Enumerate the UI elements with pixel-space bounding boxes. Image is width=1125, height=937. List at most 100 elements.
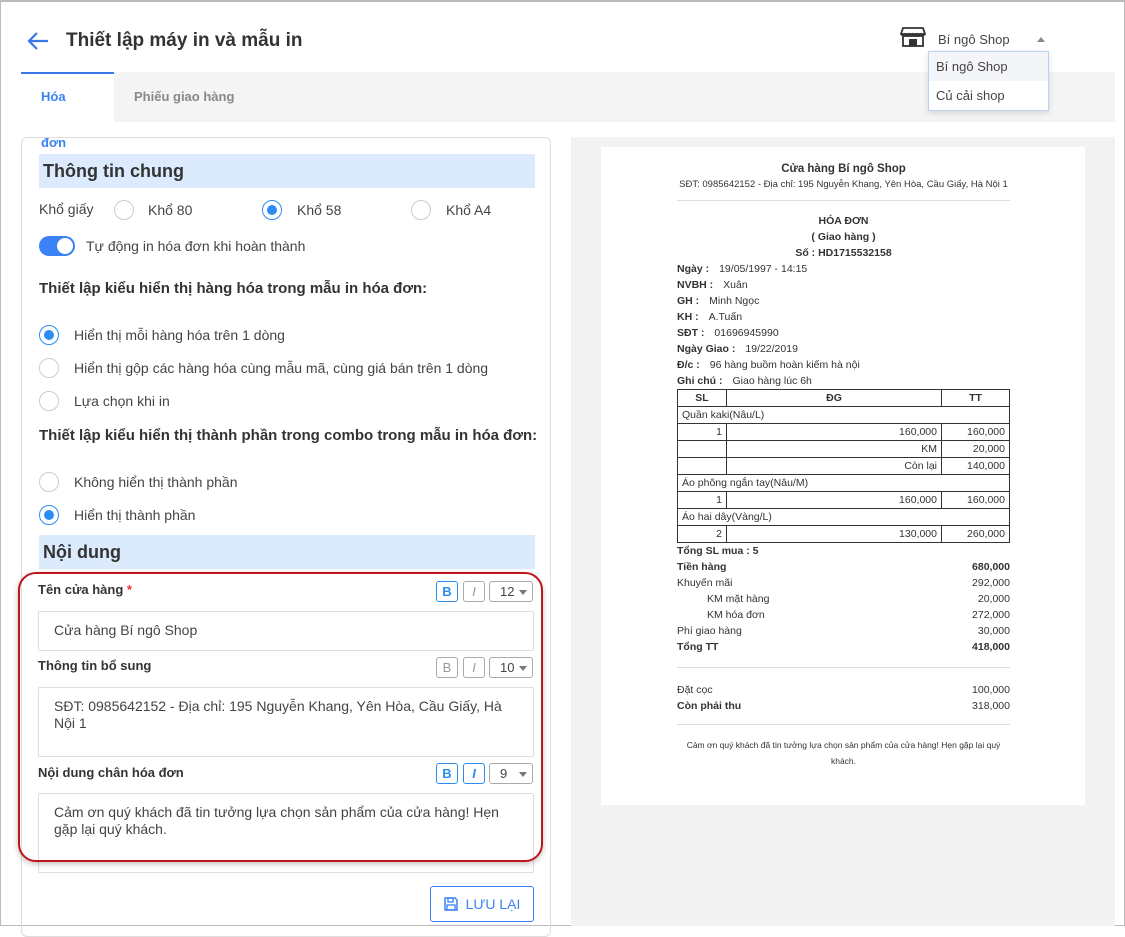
radio-label: Hiển thị thành phần: [74, 507, 196, 523]
payment-row: Đặt cọc 100,000: [677, 682, 1010, 698]
tab-phieu-giao-hang[interactable]: Phiếu giao hàng: [114, 72, 254, 122]
summary-row: Tiền hàng 680,000: [677, 559, 1010, 575]
receipt-shop-name: Cửa hàng Bí ngô Shop: [781, 163, 906, 175]
payment-row: Còn phải thu 318,000: [677, 698, 1010, 714]
radio-label: Không hiển thị thành phần: [74, 474, 238, 490]
info-value: Xuân: [723, 279, 748, 291]
save-icon: [443, 897, 458, 911]
item-cell: Còn lại: [726, 457, 942, 475]
radio-item-display-2[interactable]: [39, 358, 59, 378]
item-cell: 160,000: [726, 491, 942, 509]
bold-button[interactable]: B: [436, 657, 458, 678]
paper-size-label: Khổ giấy: [39, 201, 94, 217]
receipt-info-row: GH : Minh Ngọc: [677, 293, 1010, 309]
shop-name-input[interactable]: Cửa hàng Bí ngô Shop: [38, 611, 534, 651]
radio-item-display-3[interactable]: [39, 391, 59, 411]
item-display-heading: Thiết lập kiểu hiển thị hàng hóa trong m…: [39, 280, 428, 297]
item-row: 1 160,000 160,000: [677, 491, 1010, 509]
item-cell: 160,000: [941, 423, 1010, 441]
info-value: 01696945990: [714, 327, 779, 339]
shop-option[interactable]: Bí ngô Shop: [929, 52, 1048, 81]
combo-heading: Thiết lập kiểu hiển thị thành phần trong…: [39, 427, 538, 444]
receipt-info-row: Ngày Giao : 19/22/2019: [677, 341, 1010, 357]
radio-item-display-1[interactable]: [39, 325, 59, 345]
radio-label: Hiển thị mỗi hàng hóa trên 1 dòng: [74, 327, 285, 343]
receipt-footer: Cảm ơn quý khách đã tin tưởng lựa chọn s…: [686, 740, 1001, 766]
item-name-row: Quần kaki(Nâu/L): [677, 406, 1010, 424]
info-value: A.Tuấn: [708, 311, 743, 323]
receipt-title: HÓA ĐƠN: [818, 215, 869, 227]
item-cell: 160,000: [941, 491, 1010, 509]
auto-print-toggle[interactable]: [39, 236, 75, 256]
receipt-info-row: KH : A.Tuấn: [677, 309, 1010, 325]
summary-key: Tổng TT: [677, 641, 719, 653]
tab-hoa-don[interactable]: Hóa đơn: [21, 72, 114, 150]
font-size-select[interactable]: 12: [489, 581, 533, 602]
item-cell: 1: [677, 491, 727, 509]
summary-row: KM mặt hàng 20,000: [677, 591, 1010, 607]
col-header: ĐG: [726, 389, 942, 407]
summary-key: KM hóa đơn: [707, 609, 765, 621]
italic-button[interactable]: I: [463, 657, 485, 678]
info-key: Ngày :: [677, 263, 710, 275]
radio-kho-58[interactable]: [262, 200, 282, 220]
extra-info-textarea[interactable]: SĐT: 0985642152 - Địa chỉ: 195 Nguyễn Kh…: [38, 687, 534, 757]
save-label: LƯU LẠI: [465, 896, 521, 912]
item-cell: 2: [677, 525, 727, 543]
item-cell: 260,000: [941, 525, 1010, 543]
item-name: Áo hai dây(Vàng/L): [677, 508, 1010, 526]
item-cell: 160,000: [726, 423, 942, 441]
radio-kho-a4[interactable]: [411, 200, 431, 220]
item-name-row: Áo hai dây(Vàng/L): [677, 508, 1010, 526]
receipt-shop-info: SĐT: 0985642152 - Địa chỉ: 195 Nguyễn Kh…: [679, 179, 1008, 190]
item-name-row: Áo phông ngắn tay(Nâu/M): [677, 474, 1010, 492]
shop-selector[interactable]: Bí ngô Shop: [900, 26, 1010, 48]
item-cell: 20,000: [941, 440, 1010, 458]
receipt-info-row: Ghi chú : Giao hàng lúc 6h: [677, 373, 1010, 389]
radio-combo-hide[interactable]: [39, 472, 59, 492]
bold-button[interactable]: B: [436, 581, 458, 602]
back-arrow-icon[interactable]: [26, 30, 50, 52]
info-value: Giao hàng lúc 6h: [732, 375, 812, 387]
caret-up-icon[interactable]: [1037, 37, 1045, 42]
info-key: GH :: [677, 295, 700, 307]
radio-label: Hiển thị gộp các hàng hóa cùng mẫu mã, c…: [74, 360, 489, 376]
field-label-footer: Nội dung chân hóa đơn: [38, 765, 184, 780]
section-content-title: Nội dung: [39, 535, 535, 569]
info-key: Ghi chú :: [677, 375, 723, 387]
font-size-select[interactable]: 10: [489, 657, 533, 678]
summary-value: 418,000: [972, 641, 1010, 653]
payment-key: Còn phải thu: [677, 700, 742, 712]
bold-button[interactable]: B: [436, 763, 458, 784]
shop-option[interactable]: Củ cải shop: [929, 81, 1048, 110]
summary-row: Phí giao hàng 30,000: [677, 623, 1010, 639]
summary-key: KM mặt hàng: [707, 593, 770, 605]
receipt-total-qty: Tổng SL mua : 5: [677, 545, 759, 557]
italic-button[interactable]: I: [463, 581, 485, 602]
info-value: Minh Ngọc: [709, 295, 760, 307]
footer-textarea[interactable]: Cảm ơn quý khách đã tin tưởng lựa chọn s…: [38, 793, 534, 873]
field-label-extra-info: Thông tin bổ sung: [38, 658, 152, 673]
italic-button[interactable]: I: [463, 763, 485, 784]
summary-row: KM hóa đơn 272,000: [677, 607, 1010, 623]
summary-row: Khuyến mãi 292,000: [677, 575, 1010, 591]
radio-combo-show[interactable]: [39, 505, 59, 525]
item-cell: 1: [677, 423, 727, 441]
info-key: SĐT :: [677, 327, 705, 339]
radio-kho-80[interactable]: [114, 200, 134, 220]
shop-dropdown: Bí ngô Shop Củ cải shop: [928, 51, 1049, 111]
item-cell: 140,000: [941, 457, 1010, 475]
font-size-select[interactable]: 9: [489, 763, 533, 784]
save-button[interactable]: LƯU LẠI: [430, 886, 534, 922]
info-value: 96 hàng buồm hoàn kiếm hà nội: [709, 359, 860, 371]
summary-value: 272,000: [972, 609, 1010, 621]
item-row: KM 20,000: [677, 440, 1010, 458]
payment-value: 318,000: [972, 700, 1010, 712]
summary-key: Phí giao hàng: [677, 625, 742, 637]
summary-key: Tiền hàng: [677, 561, 727, 573]
field-label-shop-name: Tên cửa hàng *: [38, 582, 132, 597]
summary-value: 20,000: [977, 593, 1010, 605]
receipt-info-row: NVBH : Xuân: [677, 277, 1010, 293]
item-row: Còn lại 140,000: [677, 457, 1010, 475]
section-general-title: Thông tin chung: [39, 154, 535, 188]
